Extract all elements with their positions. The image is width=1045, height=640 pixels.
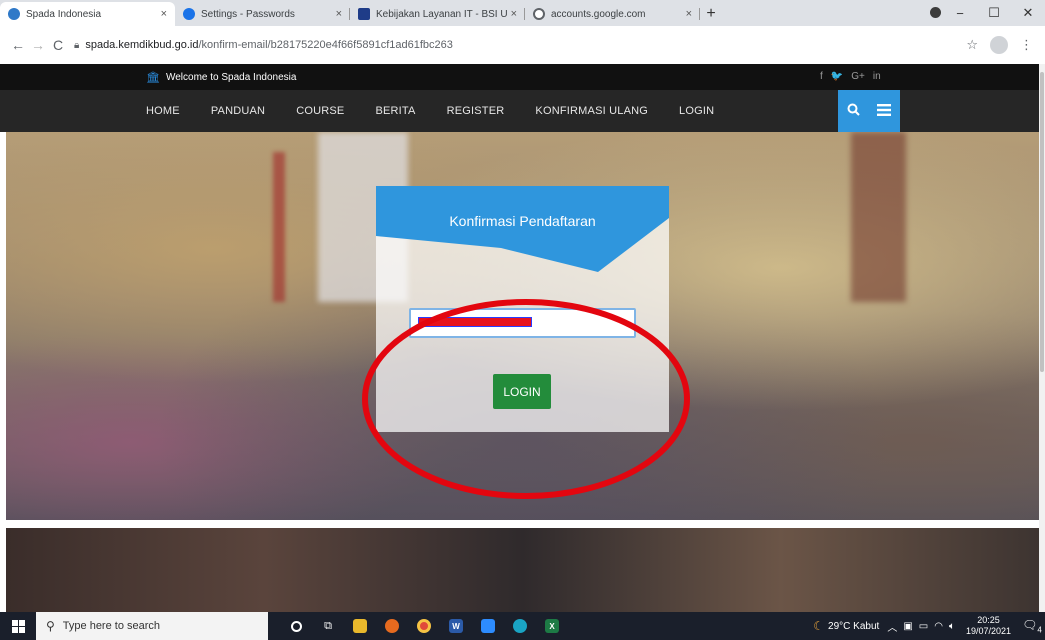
back-button[interactable]: ← — [8, 37, 28, 53]
site-top-bar: 🏛︎ Welcome to Spada Indonesia f 🐦 G+ in — [0, 64, 1045, 90]
reload-button[interactable]: C — [48, 37, 68, 53]
volume-icon[interactable]: 🔈︎ — [949, 621, 955, 632]
tray-clock[interactable]: 20:25 19/07/2021 — [966, 615, 1011, 637]
notification-count: 4 — [1037, 625, 1042, 635]
window-controls: − ☐ ✕ — [943, 0, 1045, 26]
edge-icon[interactable] — [504, 612, 536, 640]
clock-time: 20:25 — [977, 615, 1000, 625]
background-flag — [273, 152, 285, 302]
battery-icon[interactable]: ▭ — [919, 621, 928, 632]
linkedin-icon[interactable]: in — [873, 71, 881, 82]
tab-title: Spada Indonesia — [26, 8, 102, 20]
welcome-text: Welcome to Spada Indonesia — [165, 71, 297, 83]
login-button[interactable]: LOGIN — [493, 374, 551, 409]
system-tray: ☾ 29°C Kabut ︿ ▣ ▭ ◠ 🔈︎ 20:25 19/07/2021… — [813, 612, 1045, 640]
institution-building-icon: 🏛︎ — [146, 71, 160, 84]
tray-app-icon[interactable]: ▣ — [903, 621, 912, 632]
firefox-icon[interactable] — [376, 612, 408, 640]
notification-glyph: 🗨︎ — [1022, 617, 1038, 632]
windows-taskbar: ⚲ Type here to search ⧉ W X ☾ 29°C Kabut… — [0, 612, 1045, 640]
tab-title: Settings - Passwords — [201, 8, 295, 20]
close-window-button[interactable]: ✕ — [1011, 5, 1045, 21]
web-page: 🏛︎ Welcome to Spada Indonesia f 🐦 G+ in … — [0, 64, 1045, 612]
browser-profile-icon[interactable] — [930, 7, 941, 18]
zoom-meeting-icon[interactable] — [472, 612, 504, 640]
lock-icon[interactable]: 🔒︎ — [74, 40, 79, 51]
page-scrollbar[interactable] — [1039, 64, 1045, 612]
form-title: Konfirmasi Pendaftaran — [449, 213, 596, 229]
profile-avatar-icon[interactable] — [990, 36, 1008, 54]
weather-text[interactable]: 29°C Kabut — [828, 621, 879, 632]
url-domain: spada.kemdikbud.go.id — [85, 39, 199, 51]
tab-title: accounts.google.com — [551, 8, 646, 20]
lower-banner-image — [6, 528, 1039, 612]
background-curtain — [851, 132, 906, 302]
google-plus-icon[interactable]: G+ — [851, 71, 865, 82]
browser-tab-strip: Spada Indonesia × Settings - Passwords ×… — [0, 0, 1045, 26]
search-magnifier-icon: ⚲ — [46, 619, 55, 633]
wifi-icon[interactable]: ◠ — [934, 621, 943, 632]
nav-action-buttons — [838, 90, 900, 132]
bsi-favicon-icon — [358, 8, 370, 20]
nav-panduan[interactable]: PANDUAN — [211, 105, 265, 117]
tab-spada-indonesia[interactable]: Spada Indonesia × — [0, 2, 175, 26]
close-tab-icon[interactable]: × — [336, 8, 342, 20]
twitter-icon[interactable]: 🐦 — [831, 71, 843, 82]
title-ribbon — [376, 186, 669, 272]
scrollbar-thumb[interactable] — [1040, 72, 1044, 372]
task-view-icon[interactable]: ⧉ — [312, 612, 344, 640]
forward-button[interactable]: → — [28, 37, 48, 53]
tab-title: Kebijakan Layanan IT - BSI UII — [376, 8, 507, 20]
bookmark-star-icon[interactable]: ☆ — [966, 37, 978, 53]
taskbar-search-box[interactable]: ⚲ Type here to search — [36, 612, 268, 640]
weather-moon-icon: ☾ — [813, 619, 825, 633]
cortana-icon[interactable] — [280, 612, 312, 640]
address-bar: ← → C 🔒︎ spada.kemdikbud.go.id/konfirm-e… — [0, 26, 1045, 64]
new-tab-button[interactable]: + — [700, 2, 722, 26]
social-links: f 🐦 G+ in — [820, 71, 881, 82]
tab-kebijakan-layanan[interactable]: Kebijakan Layanan IT - BSI UII × — [350, 2, 525, 26]
close-tab-icon[interactable]: × — [686, 8, 692, 20]
globe-icon — [533, 8, 545, 20]
notification-center-icon[interactable]: 🗨︎4 — [1019, 618, 1045, 634]
chrome-icon[interactable] — [408, 612, 440, 640]
nav-konfirmasi-ulang[interactable]: KONFIRMASI ULANG — [535, 105, 648, 117]
tab-separator — [699, 8, 700, 20]
close-tab-icon[interactable]: × — [161, 8, 167, 20]
url-path: /konfirm-email/b28175220e4f66f5891cf1ad6… — [198, 39, 453, 51]
nav-home[interactable]: HOME — [146, 105, 180, 117]
file-explorer-icon[interactable] — [344, 612, 376, 640]
search-icon[interactable] — [847, 103, 860, 119]
word-icon[interactable]: W — [440, 612, 472, 640]
main-navigation: HOME PANDUAN COURSE BERITA REGISTER KONF… — [0, 90, 1045, 132]
chrome-menu-icon[interactable]: ⋮ — [1020, 37, 1033, 53]
url-field[interactable]: 🔒︎ spada.kemdikbud.go.id/konfirm-email/b… — [74, 32, 966, 58]
taskbar-search-placeholder: Type here to search — [62, 620, 161, 632]
tray-chevron-icon[interactable]: ︿ — [887, 619, 897, 634]
windows-start-icon[interactable] — [0, 612, 36, 640]
confirmation-card: Konfirmasi Pendaftaran LOGIN — [376, 186, 669, 432]
facebook-icon[interactable]: f — [820, 71, 823, 82]
nav-login[interactable]: LOGIN — [679, 105, 714, 117]
taskbar-apps: ⧉ W X — [280, 612, 568, 640]
hero-background: Konfirmasi Pendaftaran LOGIN — [6, 132, 1039, 520]
nav-course[interactable]: COURSE — [296, 105, 344, 117]
hamburger-menu-icon[interactable] — [877, 103, 892, 119]
tab-accounts-google[interactable]: accounts.google.com × — [525, 2, 700, 26]
nav-berita[interactable]: BERITA — [375, 105, 415, 117]
close-tab-icon[interactable]: × — [511, 8, 517, 20]
spada-favicon-icon — [8, 8, 20, 20]
excel-icon[interactable]: X — [536, 612, 568, 640]
tab-settings-passwords[interactable]: Settings - Passwords × — [175, 2, 350, 26]
clock-date: 19/07/2021 — [965, 626, 1011, 636]
maximize-button[interactable]: ☐ — [977, 5, 1011, 21]
settings-gear-icon — [183, 8, 195, 20]
redaction-mark — [418, 317, 532, 327]
minimize-button[interactable]: − — [943, 6, 977, 21]
nav-register[interactable]: REGISTER — [447, 105, 505, 117]
